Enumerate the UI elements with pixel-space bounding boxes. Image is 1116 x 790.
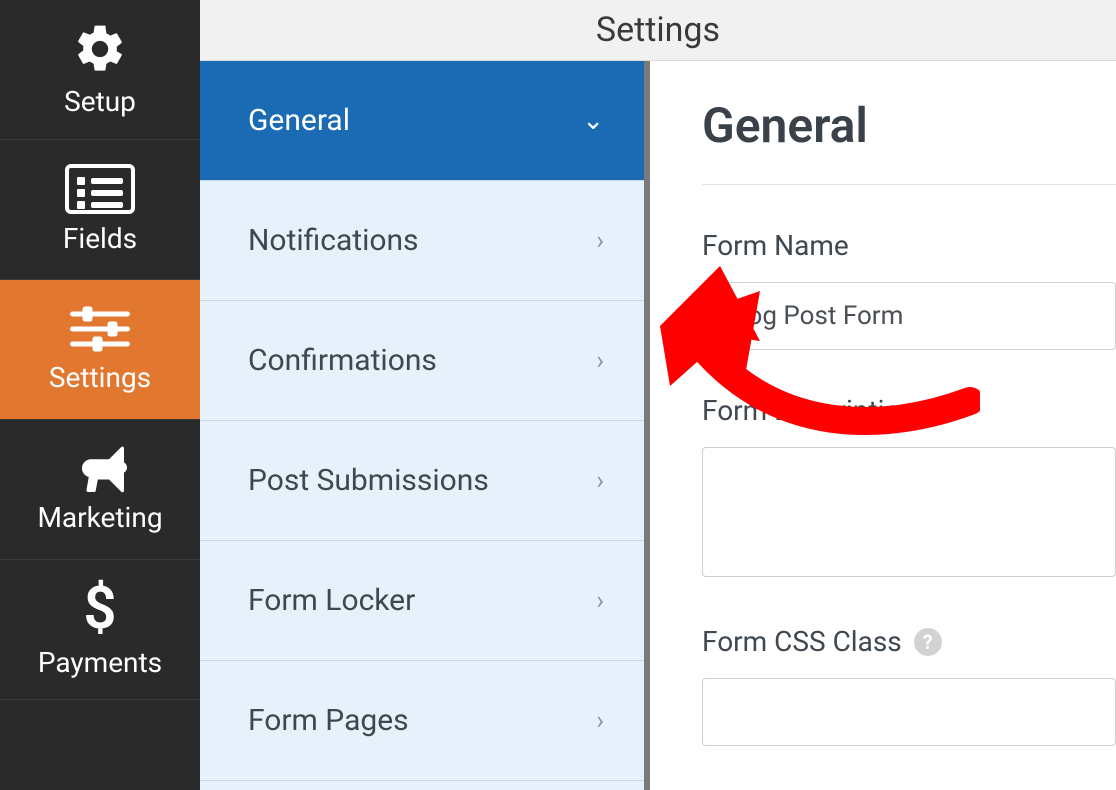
submenu-item-confirmations[interactable]: Confirmations › — [200, 301, 644, 421]
sidebar-item-label: Payments — [38, 646, 162, 679]
sidebar-item-fields[interactable]: Fields — [0, 140, 200, 280]
sliders-icon — [70, 305, 130, 353]
chevron-down-icon: ⌄ — [582, 106, 604, 136]
settings-submenu: General ⌄ Notifications › Confirmations … — [200, 61, 650, 790]
submenu-item-notifications[interactable]: Notifications › — [200, 181, 644, 301]
primary-sidebar: Setup Fields Settings — [0, 0, 200, 790]
form-css-label: Form CSS Class — [702, 625, 902, 658]
sidebar-item-payments[interactable]: $ Payments — [0, 560, 200, 700]
submenu-item-label: Form Locker — [248, 583, 415, 618]
form-name-label: Form Name — [702, 229, 1116, 262]
chevron-right-icon: › — [596, 466, 604, 496]
submenu-item-general[interactable]: General ⌄ — [200, 61, 644, 181]
submenu-item-label: Post Submissions — [248, 463, 489, 498]
gear-icon — [72, 21, 128, 77]
submenu-item-label: Notifications — [248, 223, 419, 258]
sidebar-item-label: Setup — [64, 85, 136, 118]
submenu-item-label: Form Pages — [248, 703, 409, 738]
page-header: Settings — [200, 0, 1116, 61]
chevron-right-icon: › — [596, 586, 604, 616]
list-icon — [65, 164, 135, 214]
sidebar-item-label: Marketing — [37, 501, 162, 534]
divider — [702, 184, 1116, 185]
submenu-item-label: Confirmations — [248, 343, 437, 378]
submenu-item-post-submissions[interactable]: Post Submissions › — [200, 421, 644, 541]
form-description-label: Form Description — [702, 394, 1116, 427]
form-css-input[interactable] — [702, 678, 1116, 746]
dollar-icon: $ — [83, 580, 116, 638]
sidebar-item-label: Settings — [49, 361, 151, 394]
help-icon[interactable]: ? — [914, 628, 942, 656]
sidebar-item-setup[interactable]: Setup — [0, 0, 200, 140]
settings-panel: General Form Name Form Description Form … — [650, 61, 1116, 790]
panel-heading: General — [702, 97, 1116, 154]
submenu-item-label: General — [248, 103, 350, 138]
chevron-right-icon: › — [596, 346, 604, 376]
submenu-item-form-pages[interactable]: Form Pages › — [200, 661, 644, 781]
bullhorn-icon — [70, 445, 130, 493]
sidebar-item-settings[interactable]: Settings — [0, 280, 200, 420]
sidebar-item-marketing[interactable]: Marketing — [0, 420, 200, 560]
form-description-input[interactable] — [702, 447, 1116, 577]
form-name-input[interactable] — [702, 282, 1116, 350]
submenu-item-form-locker[interactable]: Form Locker › — [200, 541, 644, 661]
page-title: Settings — [596, 10, 720, 50]
chevron-right-icon: › — [596, 226, 604, 256]
sidebar-item-label: Fields — [63, 222, 137, 255]
chevron-right-icon: › — [596, 706, 604, 736]
